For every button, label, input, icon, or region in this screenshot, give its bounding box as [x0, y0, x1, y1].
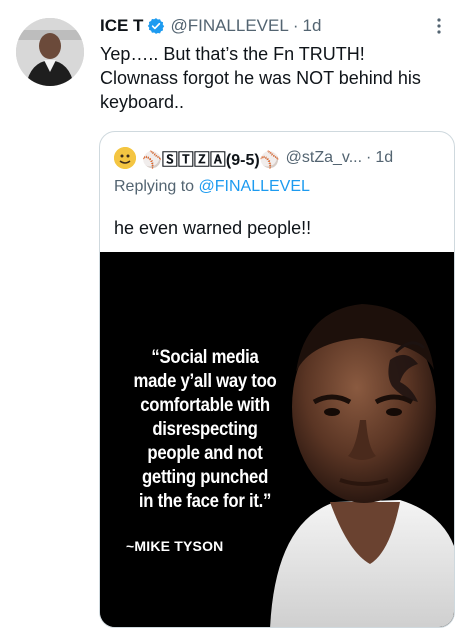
header-separator: ·: [292, 16, 299, 35]
tweet[interactable]: ICE T @FINALLEVEL · 1d Yep….. But that’s…: [0, 0, 470, 639]
tweet-text-line: Yep….. But that’s the Fn TRUTH!: [100, 44, 365, 64]
quoted-tweet-text: he even warned people!!: [114, 218, 312, 238]
tweet-text-line: Clownass forgot he was NOT behind his: [100, 68, 421, 88]
tweet-text: Yep….. But that’s the Fn TRUTH! Clownass…: [100, 42, 455, 114]
verified-badge-icon: [147, 17, 165, 35]
image-quote-line: people and not: [147, 443, 263, 464]
quoted-tweet[interactable]: ⚾️🅂🅃🅉🄰(9-5)⚾️ @stZa_v... · 1d Replying t…: [99, 131, 455, 628]
author-name[interactable]: ICE T: [100, 16, 143, 36]
author-handle[interactable]: @FINALLEVEL: [170, 16, 288, 36]
image-quote-text: “Social media made y’all way too comfort…: [121, 346, 288, 514]
image-quote-line: in the face for it.”: [138, 491, 272, 512]
image-quote-line: “Social media: [151, 347, 259, 368]
quoted-tweet-timestamp[interactable]: 1d: [375, 149, 393, 167]
author-avatar[interactable]: [16, 18, 84, 86]
quoted-header-separator: ·: [366, 149, 372, 166]
tweet-header: ICE T @FINALLEVEL · 1d: [100, 16, 321, 36]
more-options-icon[interactable]: [430, 14, 448, 38]
quoted-tweet-header: ⚾️🅂🅃🅉🄰(9-5)⚾️ @stZa_v... · 1d: [114, 146, 393, 170]
quoted-author-handle[interactable]: @stZa_v...: [286, 149, 362, 167]
replying-to-label: Replying to: [114, 178, 195, 195]
tweet-timestamp[interactable]: 1d: [303, 16, 322, 36]
replying-to-handle[interactable]: @FINALLEVEL: [199, 178, 310, 195]
image-quote-line: comfortable with: [140, 395, 270, 416]
image-quote-line: disrespecting: [152, 419, 258, 440]
replying-to: Replying to @FINALLEVEL: [114, 178, 310, 196]
image-quote-attribution: ~MIKE TYSON: [126, 538, 224, 554]
quoted-author-name[interactable]: ⚾️🅂🅃🅉🄰(9-5)⚾️: [142, 146, 280, 170]
quoted-author-avatar[interactable]: [114, 147, 136, 169]
image-quote-line: made y’all way too: [133, 371, 277, 392]
tweet-text-line: keyboard..: [100, 92, 185, 112]
quoted-tweet-image[interactable]: “Social media made y’all way too comfort…: [100, 252, 454, 627]
image-quote-line: getting punched: [141, 467, 269, 488]
